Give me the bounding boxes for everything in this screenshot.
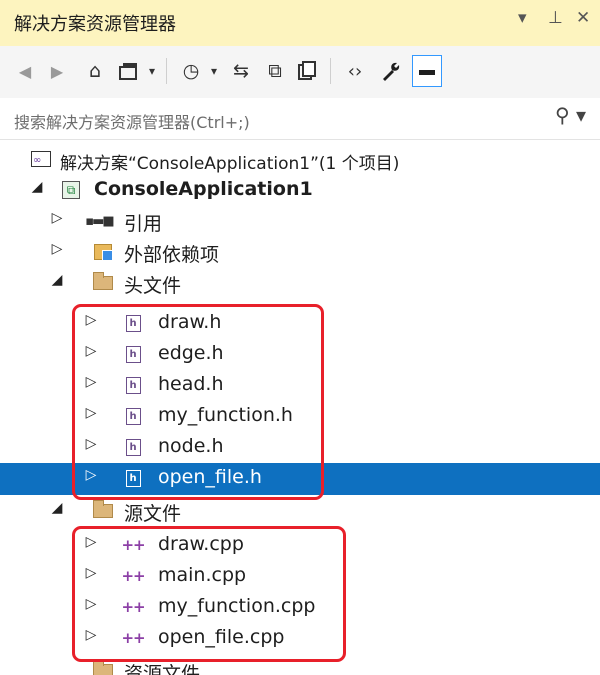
header-file-icon: h	[122, 374, 144, 396]
close-icon[interactable]: ✕	[576, 8, 590, 28]
tree-item-source-file[interactable]: ▷ ++ my_function.cpp	[0, 592, 600, 623]
source-file-label: open_file.cpp	[158, 626, 285, 648]
cpp-file-icon: ++	[121, 536, 145, 554]
collapse-arrow-icon[interactable]: ▷	[84, 312, 98, 328]
collapse-arrow-icon[interactable]: ▷	[84, 405, 98, 421]
search-icon[interactable]: ⚲ ▾	[555, 103, 586, 127]
expand-arrow-icon[interactable]: ◢	[30, 179, 44, 195]
tree-item-solution[interactable]: ∞ 解决方案“ConsoleApplication1”(1 个项目)	[0, 144, 600, 175]
solution-icon: ∞	[30, 148, 52, 170]
sync-icon[interactable]: ⇆	[226, 55, 256, 87]
external-dependencies-label: 外部依赖项	[124, 244, 220, 266]
header-file-label: node.h	[158, 435, 224, 457]
toolbar-separator	[330, 58, 331, 84]
solution-label: 解决方案“ConsoleApplication1”(1 个项目)	[60, 154, 400, 174]
tree-item-project[interactable]: ◢ ⧉ ConsoleApplication1	[0, 175, 600, 206]
tree-item-header-files[interactable]: ◢ 头文件	[0, 268, 600, 299]
project-label: ConsoleApplication1	[94, 178, 313, 200]
back-icon[interactable]: ◀	[10, 55, 40, 87]
pending-changes-icon[interactable]: ◷	[176, 55, 206, 87]
switch-views-icon[interactable]	[114, 55, 144, 87]
header-file-icon: h	[122, 467, 144, 489]
header-file-label: head.h	[158, 373, 224, 395]
header-file-label: my_function.h	[158, 404, 293, 426]
expand-arrow-icon[interactable]: ◢	[50, 500, 64, 516]
source-files-label: 源文件	[124, 503, 182, 525]
pin-icon[interactable]: ⊥	[548, 8, 563, 28]
search-bar[interactable]: 搜索解决方案资源管理器(Ctrl+;) ⚲ ▾	[0, 98, 600, 140]
tree-item-references[interactable]: ▷ ▪▬■ 引用	[0, 206, 600, 237]
tree-item-header-file-selected[interactable]: ▷ h open_file.h	[0, 463, 600, 495]
header-file-icon: h	[122, 312, 144, 334]
tree-item-external-dependencies[interactable]: ▷ 外部依赖项	[0, 237, 600, 268]
header-files-label: 头文件	[124, 275, 182, 297]
preview-selected-items-icon[interactable]	[412, 55, 442, 87]
tree-item-header-file[interactable]: ▷ h edge.h	[0, 339, 600, 370]
solution-tree: ∞ 解决方案“ConsoleApplication1”(1 个项目) ◢ ⧉ C…	[0, 140, 600, 675]
collapse-arrow-icon[interactable]: ▷	[84, 565, 98, 581]
expand-arrow-icon[interactable]: ◢	[50, 272, 64, 288]
folder-icon	[92, 660, 114, 675]
header-file-label: draw.h	[158, 311, 222, 333]
collapse-arrow-icon[interactable]: ▷	[84, 436, 98, 452]
tree-item-source-file[interactable]: ▷ ++ open_file.cpp	[0, 623, 600, 654]
collapse-arrow-icon[interactable]: ▷	[84, 596, 98, 612]
panel-title: 解决方案资源管理器	[14, 14, 176, 35]
source-file-label: draw.cpp	[158, 533, 244, 555]
source-file-label: my_function.cpp	[158, 595, 316, 617]
collapse-arrow-icon[interactable]: ▷	[84, 374, 98, 390]
cpp-file-icon: ++	[121, 629, 145, 647]
forward-icon[interactable]: ▶	[42, 55, 72, 87]
collapse-arrow-icon[interactable]: ▷	[84, 534, 98, 550]
header-file-icon: h	[122, 343, 144, 365]
tree-item-source-file[interactable]: ▷ ++ draw.cpp	[0, 530, 600, 561]
tree-item-source-files[interactable]: ◢ 源文件	[0, 496, 600, 527]
toolbar: ◀ ▶ ⌂ ▾ ◷ ▾ ⇆ ⧉ ‹›	[0, 46, 600, 98]
header-file-label: open_file.h	[158, 466, 262, 488]
external-dependencies-icon	[92, 241, 114, 263]
tree-item-header-file[interactable]: ▷ h draw.h	[0, 308, 600, 339]
collapse-arrow-icon[interactable]: ▷	[84, 467, 98, 483]
view-code-icon[interactable]: ‹›	[340, 55, 370, 87]
tree-item-header-file[interactable]: ▷ h node.h	[0, 432, 600, 463]
folder-icon	[92, 272, 114, 294]
cpp-project-icon: ⧉	[60, 179, 82, 201]
folder-icon	[92, 500, 114, 522]
cpp-file-icon: ++	[121, 567, 145, 585]
header-file-icon: h	[122, 405, 144, 427]
tree-item-resource-files[interactable]: 资源文件	[0, 656, 600, 675]
tree-item-header-file[interactable]: ▷ h my_function.h	[0, 401, 600, 432]
properties-icon[interactable]	[376, 55, 406, 87]
panel-title-bar: 解决方案资源管理器 ▾ ⊥ ✕	[0, 0, 600, 46]
header-file-icon: h	[122, 436, 144, 458]
collapse-all-icon[interactable]: ⧉	[260, 55, 290, 87]
header-file-label: edge.h	[158, 342, 224, 364]
references-label: 引用	[124, 213, 163, 235]
search-input[interactable]: 搜索解决方案资源管理器(Ctrl+;)	[14, 109, 250, 133]
tree-item-source-file[interactable]: ▷ ++ main.cpp	[0, 561, 600, 592]
toolbar-separator	[166, 58, 167, 84]
collapse-arrow-icon[interactable]: ▷	[84, 627, 98, 643]
pending-changes-dropdown-icon[interactable]: ▾	[206, 55, 222, 87]
tree-item-header-file[interactable]: ▷ h head.h	[0, 370, 600, 401]
home-icon[interactable]: ⌂	[80, 55, 110, 87]
collapse-arrow-icon[interactable]: ▷	[50, 210, 64, 226]
references-icon: ▪▬■	[85, 213, 114, 229]
window-position-dropdown-icon[interactable]: ▾	[518, 8, 527, 28]
show-all-files-icon[interactable]	[292, 55, 322, 87]
source-file-label: main.cpp	[158, 564, 247, 586]
collapse-arrow-icon[interactable]: ▷	[50, 241, 64, 257]
cpp-file-icon: ++	[121, 598, 145, 616]
collapse-arrow-icon[interactable]: ▷	[84, 343, 98, 359]
resource-files-label: 资源文件	[124, 663, 201, 675]
switch-views-dropdown-icon[interactable]: ▾	[144, 55, 160, 87]
